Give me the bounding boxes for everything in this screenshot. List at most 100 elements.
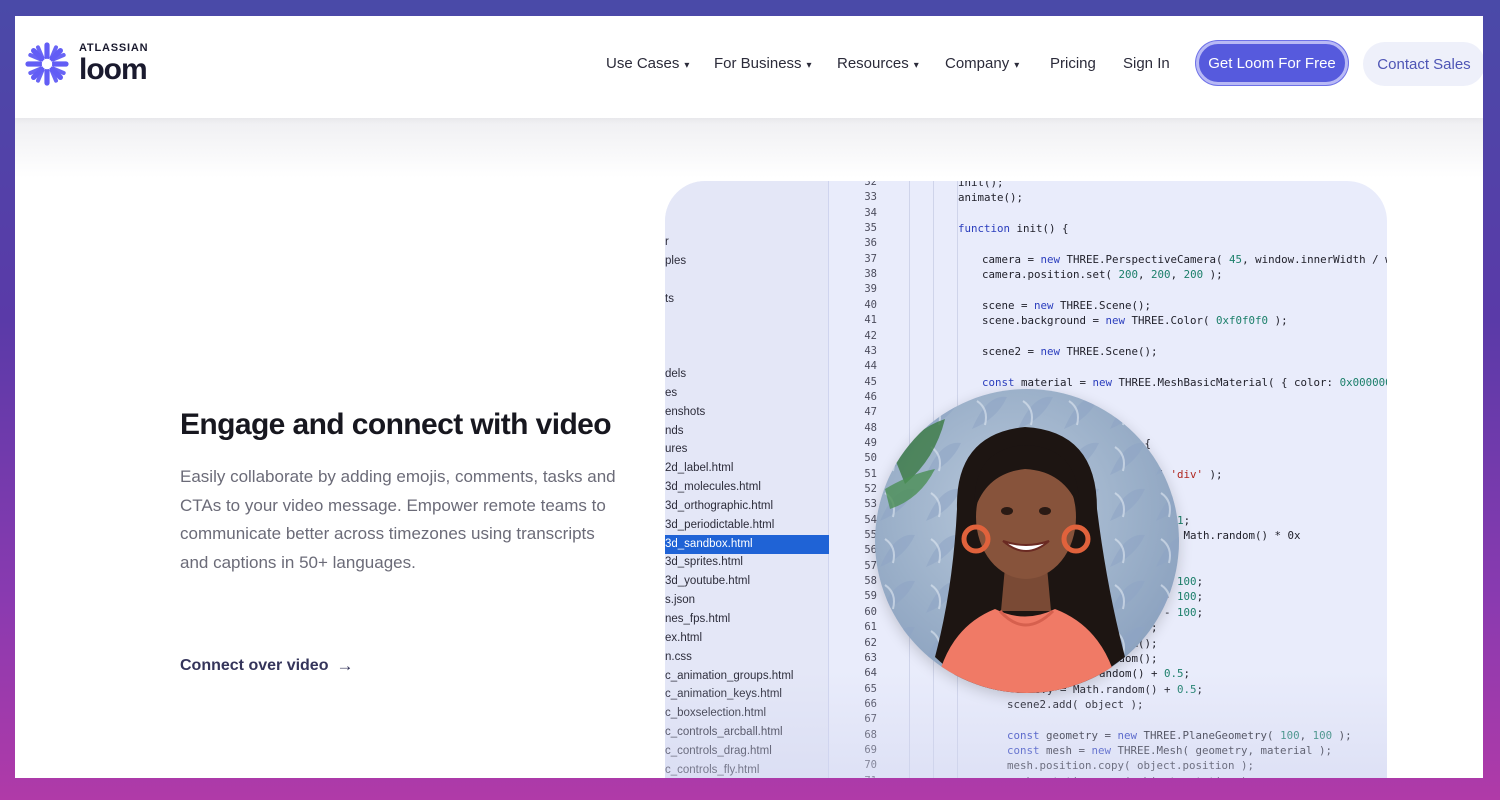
- line-number: 62: [864, 636, 877, 649]
- nav-company[interactable]: Company ▾: [945, 55, 1019, 72]
- nav-label: Company: [945, 55, 1010, 72]
- file-tree-item[interactable]: ples: [665, 252, 829, 271]
- code-line: camera.position.set( 200, 200, 200 );: [982, 268, 1223, 282]
- code-line: animate();: [958, 191, 1024, 205]
- file-tree-item[interactable]: ts: [665, 290, 829, 309]
- site-header: ATLASSIAN loom Use Cases ▾ For Business ▾ …: [15, 16, 1483, 118]
- line-number: 51: [864, 467, 877, 480]
- chevron-down-icon: ▾: [913, 60, 919, 71]
- file-tree-item[interactable]: es: [665, 384, 829, 403]
- code-line: mesh.position.copy( object.position );: [1007, 759, 1255, 773]
- line-number: 60: [864, 605, 877, 618]
- line-number: 34: [864, 206, 877, 219]
- file-tree-item[interactable]: r: [665, 233, 829, 252]
- line-number: 49: [864, 436, 877, 449]
- hero-body-text: Easily collaborate by adding emojis, com…: [180, 467, 616, 572]
- file-tree-item[interactable]: c_controls_drag.html: [665, 742, 829, 761]
- file-tree-item[interactable]: n.css: [665, 648, 829, 667]
- file-tree-item[interactable]: [665, 308, 829, 327]
- line-number: 48: [864, 421, 877, 434]
- main-nav: Use Cases ▾ For Business ▾ Resources ▾ Comp…: [15, 16, 1483, 112]
- file-tree-item[interactable]: 3d_orthographic.html: [665, 497, 829, 516]
- arrow-right-icon: →: [336, 656, 354, 675]
- file-tree-item[interactable]: 3d_sandbox.html: [665, 534, 829, 554]
- file-tree-item[interactable]: nes_fps.html: [665, 610, 829, 629]
- file-tree-item[interactable]: 3d_molecules.html: [665, 478, 829, 497]
- file-tree-item[interactable]: ex.html: [665, 629, 829, 648]
- line-number: 69: [864, 743, 877, 756]
- file-tree-item[interactable]: nds: [665, 422, 829, 441]
- connect-over-video-link[interactable]: Connect over video →: [180, 656, 353, 676]
- line-number: 54: [864, 513, 877, 526]
- file-tree-item[interactable]: c_animation_groups.html: [665, 667, 829, 686]
- line-number: 67: [864, 713, 877, 726]
- nav-sign-in[interactable]: Sign In: [1123, 55, 1170, 72]
- line-number: 56: [864, 544, 877, 557]
- line-number: 57: [864, 559, 877, 572]
- file-tree-item[interactable]: 3d_youtube.html: [665, 572, 829, 591]
- line-number: 55: [864, 529, 877, 542]
- code-line: const geometry = new THREE.PlaneGeometry…: [1007, 728, 1352, 742]
- chevron-down-icon: ▾: [1014, 60, 1020, 71]
- contact-sales-button[interactable]: Contact Sales: [1363, 42, 1483, 86]
- code-line: const material = new THREE.MeshBasicMate…: [982, 375, 1387, 389]
- line-number: 70: [864, 759, 877, 772]
- nav-label: Resources: [837, 55, 909, 72]
- line-number: 52: [864, 483, 877, 495]
- line-number: 41: [864, 314, 877, 327]
- line-number: 40: [864, 298, 877, 311]
- nav-label: Sign In: [1123, 55, 1170, 72]
- code-line: scene = new THREE.Scene();: [982, 298, 1152, 312]
- file-tree-item[interactable]: c_controls_arcball.html: [665, 723, 829, 742]
- line-number: 53: [864, 498, 877, 511]
- code-line: mesh.rotation.copy( object.rotation );: [1007, 774, 1254, 778]
- line-number: 58: [864, 575, 877, 588]
- nav-label: For Business: [714, 55, 802, 72]
- file-tree-item[interactable]: c_boxselection.html: [665, 704, 829, 723]
- file-tree-item[interactable]: [665, 346, 829, 365]
- line-number: 44: [864, 360, 877, 373]
- file-tree-item[interactable]: enshots: [665, 403, 829, 422]
- file-tree-item[interactable]: [665, 271, 829, 290]
- file-tree-item[interactable]: dels: [665, 365, 829, 384]
- line-number: 47: [864, 406, 877, 419]
- line-number: 61: [864, 621, 877, 634]
- file-tree-item[interactable]: c_controls_fly.html: [665, 761, 829, 778]
- chevron-down-icon: ▾: [806, 60, 812, 71]
- line-number: 46: [864, 390, 877, 403]
- nav-resources[interactable]: Resources ▾: [837, 55, 919, 72]
- nav-for-business[interactable]: For Business ▾: [714, 55, 812, 72]
- nav-label: Pricing: [1050, 55, 1096, 72]
- link-label: Connect over video: [180, 657, 329, 674]
- line-number: 65: [864, 682, 877, 695]
- code-line: camera = new THREE.PerspectiveCamera( 45…: [982, 252, 1387, 266]
- code-line: function init() {: [958, 222, 1069, 236]
- nav-pricing[interactable]: Pricing: [1050, 55, 1096, 72]
- chevron-down-icon: ▾: [684, 60, 690, 71]
- code-line: scene2 = new THREE.Scene();: [982, 344, 1158, 358]
- line-number: 39: [864, 283, 877, 296]
- file-tree-item[interactable]: 2d_label.html: [665, 459, 829, 478]
- line-number: 33: [864, 191, 877, 204]
- file-tree-item[interactable]: s.json: [665, 591, 829, 610]
- file-tree: r ples ts dels es enshots nds ures 2d_label.html…: [665, 181, 829, 778]
- line-number: 35: [864, 222, 877, 235]
- line-number: 50: [864, 452, 877, 465]
- browser-page: ATLASSIAN loom Use Cases ▾ For Business ▾ …: [15, 16, 1483, 778]
- file-tree-item[interactable]: 3d_sprites.html: [665, 553, 829, 572]
- line-number: 66: [864, 697, 877, 710]
- presenter-avatar-image: [875, 389, 1179, 693]
- line-number: 38: [864, 268, 877, 281]
- code-line: scene.background = new THREE.Color( 0xf0…: [982, 314, 1288, 328]
- file-tree-item[interactable]: [665, 327, 829, 346]
- file-tree-item[interactable]: c_animation_keys.html: [665, 685, 829, 704]
- line-number: 68: [864, 728, 877, 741]
- line-number: 71: [837, 774, 877, 778]
- presenter-video-bubble[interactable]: [875, 389, 1179, 693]
- line-number: 36: [864, 237, 877, 250]
- file-tree-item[interactable]: 3d_periodictable.html: [665, 516, 829, 535]
- nav-use-cases[interactable]: Use Cases ▾: [606, 55, 689, 72]
- file-tree-item[interactable]: ures: [665, 440, 829, 459]
- get-loom-free-button[interactable]: Get Loom For Free: [1196, 41, 1348, 85]
- line-number: 63: [864, 651, 877, 664]
